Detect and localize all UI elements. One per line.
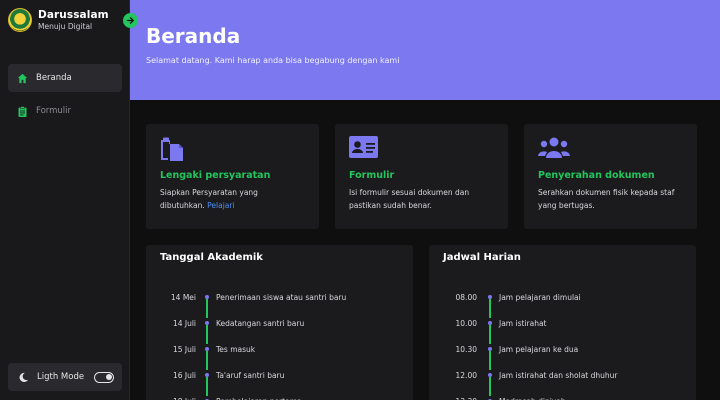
timeline-dot bbox=[205, 347, 209, 351]
timeline-text: Jam istirahat bbox=[499, 318, 547, 328]
timeline-row: 16 Juli Ta'aruf santri baru bbox=[146, 368, 413, 382]
theme-toggle[interactable]: Ligth Mode bbox=[8, 363, 122, 391]
panel-jadwal-harian: Jadwal Harian 08.00 Jam pelajaran dimulai… bbox=[429, 245, 696, 400]
card-description: Siapkan Persyaratan yang dibutuhkan. Pel… bbox=[160, 188, 258, 210]
page-title: Beranda bbox=[146, 24, 241, 48]
timeline-row: 12.00 Jam istirahat dan sholat dhuhur bbox=[429, 368, 696, 382]
timeline-dot bbox=[488, 321, 492, 325]
timeline-row: 14 Mei Penerimaan siswa atau santri baru bbox=[146, 290, 413, 304]
theme-toggle-label: Ligth Mode bbox=[37, 372, 85, 382]
theme-switch[interactable] bbox=[94, 371, 114, 383]
timeline-text: Jam pelajaran dimulai bbox=[499, 292, 581, 302]
brand-tagline: Menuju Digital bbox=[38, 21, 93, 31]
timeline-dot bbox=[488, 373, 492, 377]
sidebar: Darussalam Menuju Digital Beranda Formul… bbox=[0, 0, 130, 400]
card-description: Isi formulir sesuai dokumen dan pastikan… bbox=[349, 188, 470, 210]
page-subtitle: Selamat datang. Kami harap anda bisa beg… bbox=[146, 56, 400, 65]
timeline-text: Pembelajaran pertama bbox=[216, 397, 302, 400]
collapse-sidebar-button[interactable] bbox=[123, 13, 138, 28]
timeline-text: Penerimaan siswa atau santri baru bbox=[216, 292, 347, 302]
timeline-dot bbox=[205, 373, 209, 377]
page-header: Beranda Selamat datang. Kami harap anda … bbox=[130, 0, 720, 100]
sidebar-item-formulir[interactable]: Formulir bbox=[8, 97, 122, 125]
arrow-right-icon bbox=[126, 17, 134, 24]
card-title: Lengaki persyaratan bbox=[160, 170, 271, 181]
card-persyaratan: Lengaki persyaratan Siapkan Persyaratan … bbox=[146, 124, 319, 229]
clipboard-icon bbox=[17, 105, 28, 117]
users-icon bbox=[538, 136, 683, 162]
home-icon bbox=[17, 73, 28, 84]
pelajari-link[interactable]: Pelajari bbox=[207, 201, 234, 210]
time-label: 13.30 bbox=[456, 397, 477, 400]
card-description: Serahkan dokumen fisik kepada staf yang … bbox=[538, 188, 675, 210]
sidebar-item-label: Beranda bbox=[36, 73, 72, 83]
id-card-icon bbox=[349, 136, 494, 162]
sidebar-item-label: Formulir bbox=[36, 106, 72, 116]
logo bbox=[8, 8, 32, 32]
card-formulir: Formulir Isi formulir sesuai dokumen dan… bbox=[335, 124, 508, 229]
documents-icon bbox=[160, 136, 305, 162]
timeline-dot bbox=[488, 347, 492, 351]
panel-tanggal-akademik: Tanggal Akademik 14 Mei Penerimaan siswa … bbox=[146, 245, 413, 400]
time-label: 12.00 bbox=[455, 370, 477, 380]
time-label: 10.00 bbox=[455, 318, 477, 328]
timeline-text: Tes masuk bbox=[216, 344, 256, 354]
timeline-row: 18 Juli Pembelajaran pertama bbox=[146, 394, 413, 400]
sidebar-item-beranda[interactable]: Beranda bbox=[8, 64, 122, 92]
timeline-dot bbox=[205, 321, 209, 325]
timeline-row: 15 Juli Tes masuk bbox=[146, 342, 413, 356]
timeline-text: Madrasah diniyah bbox=[499, 397, 566, 400]
timeline-text: Ta'aruf santri baru bbox=[216, 370, 285, 380]
date-label: 14 Juli bbox=[172, 318, 196, 328]
card-title: Formulir bbox=[349, 170, 395, 181]
brand[interactable]: Darussalam Menuju Digital bbox=[8, 8, 109, 32]
timeline-row: 08.00 Jam pelajaran dimulai bbox=[429, 290, 696, 304]
date-label: 14 Mei bbox=[170, 292, 196, 302]
timeline-text: Jam pelajaran ke dua bbox=[499, 344, 579, 354]
timeline-text: Kedatangan santri baru bbox=[216, 318, 305, 328]
panel-title: Jadwal Harian bbox=[443, 252, 521, 263]
card-title: Penyerahan dokumen bbox=[538, 170, 655, 181]
timeline-text: Jam istirahat dan sholat dhuhur bbox=[499, 370, 618, 380]
brand-name: Darussalam bbox=[38, 9, 109, 21]
panel-title: Tanggal Akademik bbox=[160, 252, 263, 263]
moon-icon bbox=[18, 372, 29, 383]
date-label: 18 Juli bbox=[173, 397, 196, 400]
card-penyerahan: Penyerahan dokumen Serahkan dokumen fisi… bbox=[524, 124, 697, 229]
timeline-row: 14 Juli Kedatangan santri baru bbox=[146, 316, 413, 330]
timeline-row: 10.00 Jam istirahat bbox=[429, 316, 696, 330]
time-label: 10.30 bbox=[455, 344, 477, 354]
date-label: 15 Juli bbox=[172, 344, 196, 354]
timeline-dot bbox=[205, 295, 209, 299]
date-label: 16 Juli bbox=[172, 370, 196, 380]
timeline-row: 10.30 Jam pelajaran ke dua bbox=[429, 342, 696, 356]
timeline-dot bbox=[488, 295, 492, 299]
time-label: 08.00 bbox=[455, 292, 477, 302]
timeline-row: 13.30 Madrasah diniyah bbox=[429, 394, 696, 400]
